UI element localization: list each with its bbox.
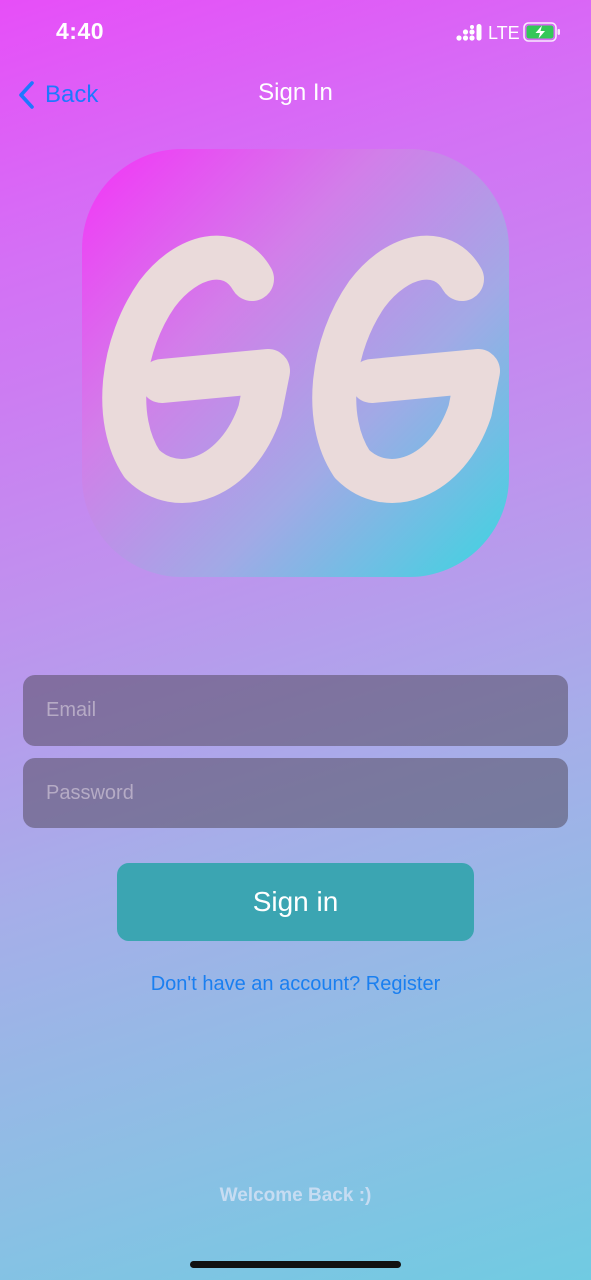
register-link[interactable]: Don't have an account? Register xyxy=(0,973,591,996)
chevron-left-icon xyxy=(19,81,34,109)
navigation-bar: Sign In Back xyxy=(0,66,591,124)
back-button[interactable]: Back xyxy=(16,76,98,114)
app-logo xyxy=(82,149,509,577)
home-indicator[interactable] xyxy=(190,1261,401,1268)
welcome-text: Welcome Back :) xyxy=(219,1185,372,1206)
sign-in-button[interactable]: Sign in xyxy=(117,863,474,941)
signal-icon xyxy=(456,24,482,41)
battery-charging-icon xyxy=(523,22,560,42)
password-field[interactable] xyxy=(23,758,568,828)
status-bar: 4:40 LTE xyxy=(0,0,591,66)
back-button-label: Back xyxy=(45,81,99,108)
network-type-label: LTE xyxy=(488,23,520,43)
status-time: 4:40 xyxy=(56,18,105,44)
email-field[interactable] xyxy=(23,675,568,746)
